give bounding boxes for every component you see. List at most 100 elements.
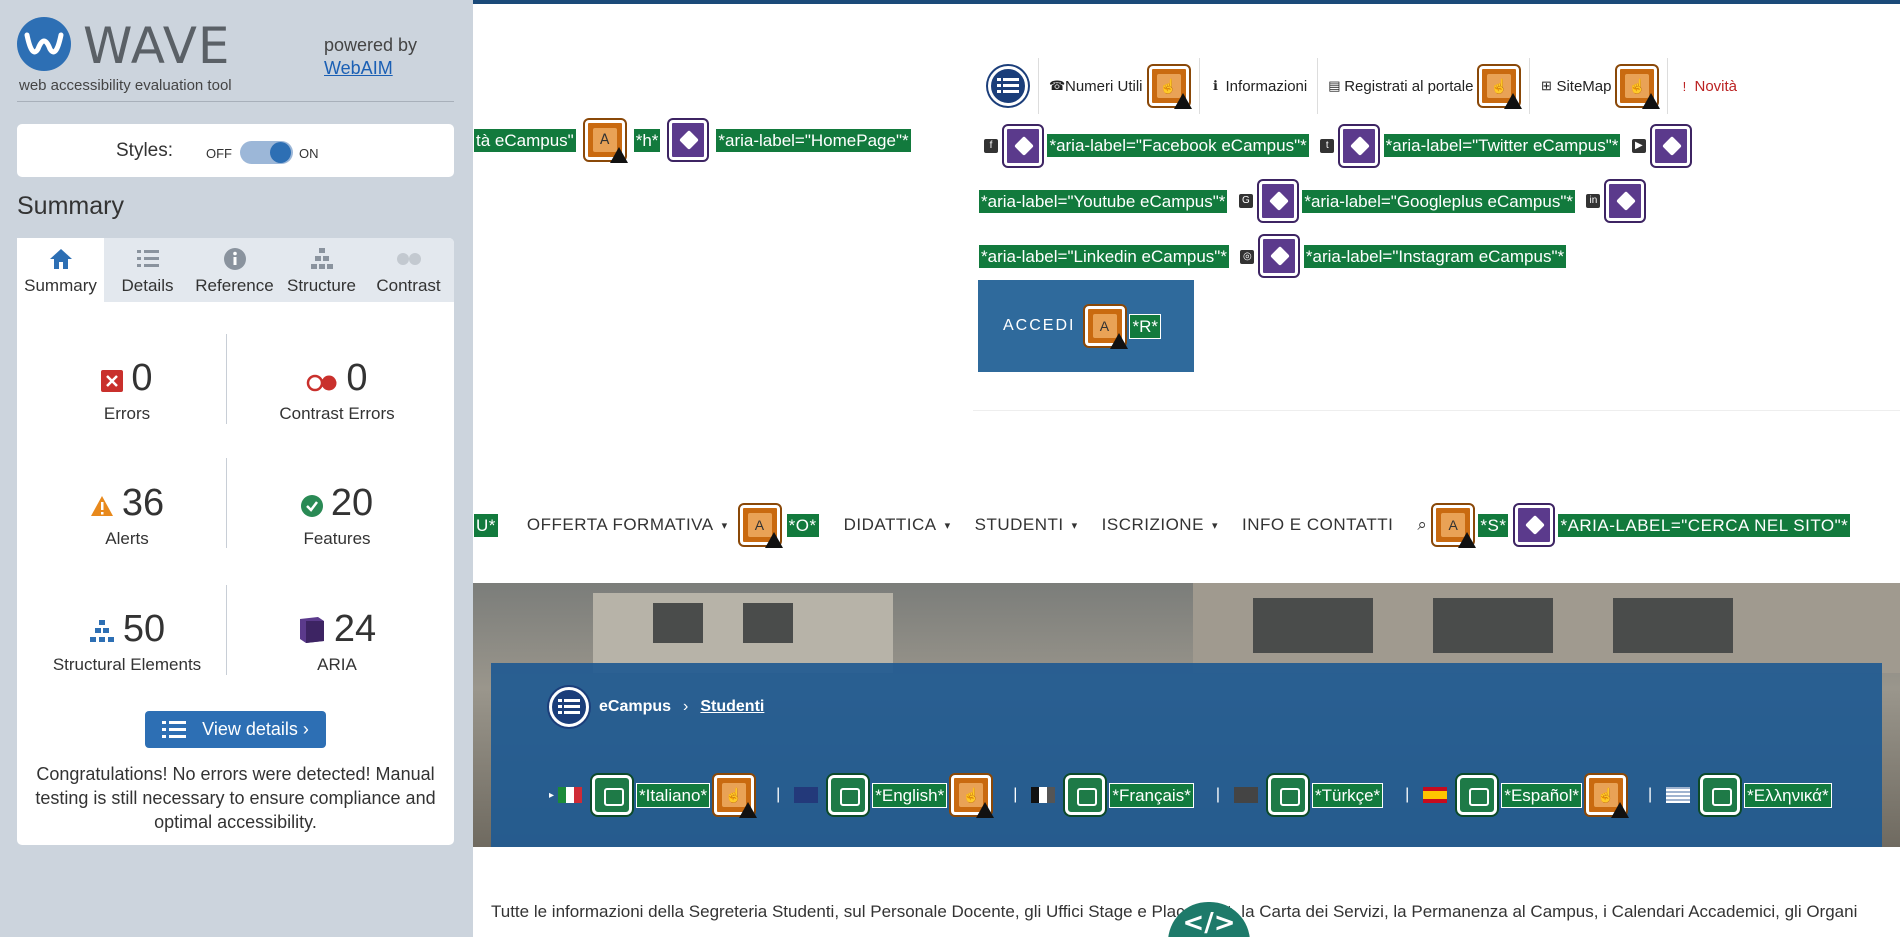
- contrast-icon: [396, 253, 421, 265]
- linkedin-link[interactable]: in: [1586, 174, 1601, 229]
- search-icon: ⌕: [1417, 515, 1428, 534]
- wave-alt-label: *Türkçe*: [1311, 782, 1384, 808]
- nav-menu-item[interactable]: [978, 58, 1038, 114]
- stat-aria[interactable]: 24 ARIA: [237, 607, 437, 675]
- list-icon: [136, 250, 159, 267]
- tab-label: Contrast: [376, 276, 441, 295]
- instagram-link[interactable]: ◎: [1240, 229, 1255, 284]
- hero-window: [1433, 598, 1553, 653]
- nav-novita[interactable]: ! Novità: [1667, 58, 1747, 114]
- view-details-button[interactable]: View details ›: [145, 711, 326, 748]
- googleplus-link[interactable]: G: [1238, 174, 1253, 229]
- separator: |: [776, 786, 781, 803]
- stat-errors[interactable]: 0 Errors: [37, 356, 217, 424]
- nav-registrati[interactable]: ▤ Registrati al portale ☝: [1317, 58, 1529, 114]
- structural-count: 50: [122, 608, 166, 650]
- styles-toggle-card: Styles: OFF ON: [17, 124, 454, 177]
- menu-label: OFFERTA FORMATIVA: [526, 515, 714, 534]
- wave-alert-icon: A: [1085, 306, 1129, 349]
- separator: |: [1648, 786, 1653, 803]
- lang-ellinika[interactable]: *Ελληνικά*: [1666, 775, 1832, 815]
- facebook-link[interactable]: f: [984, 118, 998, 173]
- hero-window: [653, 603, 703, 643]
- separator: |: [1405, 786, 1410, 803]
- stat-features[interactable]: 20 Features: [237, 481, 437, 549]
- wave-aria-label: *aria-label="Youtube eCampus"*: [978, 188, 1229, 214]
- nav-label: Numeri Utili: [1065, 77, 1143, 95]
- menu-label: ISCRIZIONE: [1101, 515, 1204, 534]
- tab-reference[interactable]: Reference: [191, 238, 278, 302]
- hierarchy-icon: [310, 248, 333, 269]
- congrats-message: Congratulations! No errors were detected…: [35, 764, 436, 832]
- flag-it-icon: [558, 787, 583, 803]
- error-icon: [101, 358, 124, 402]
- wave-alert-icon: A: [1433, 505, 1477, 548]
- wave-alert-icon: ☝: [1148, 66, 1192, 109]
- divider: [226, 458, 227, 548]
- wave-alert-icon: ☝: [1479, 66, 1523, 109]
- lang-english[interactable]: *English* ☝: [794, 775, 995, 818]
- facebook-icon: f: [984, 139, 998, 154]
- menu-studenti[interactable]: STUDENTI ▾: [975, 515, 1078, 535]
- wave-aria-label: *aria-label="Facebook eCampus"*: [1046, 133, 1310, 159]
- header-top-nav: ☎ Numeri Utili ☝ ℹ Informazioni ▤ Regist…: [978, 58, 1747, 114]
- social-links: f *aria-label="Facebook eCampus"* t *ari…: [978, 118, 1848, 284]
- chevron-down-icon: ▾: [944, 519, 951, 532]
- wave-alert-icon: ☝: [1617, 66, 1661, 109]
- chevron-down-icon: ▾: [1071, 519, 1078, 532]
- search-button[interactable]: ⌕ A *S* *ARIA-LABEL="CERCA NEL SITO"*: [1417, 505, 1852, 548]
- lang-francais[interactable]: *Français*: [1031, 775, 1194, 815]
- styles-on-label: ON: [299, 146, 319, 161]
- wave-text-label: *S*: [1477, 512, 1510, 538]
- nav-numeri-utili[interactable]: ☎ Numeri Utili ☝: [1038, 58, 1199, 114]
- wave-text-label: *R*: [1129, 313, 1161, 339]
- toggle-knob: [270, 142, 291, 163]
- wave-aria-label: *aria-label="Instagram eCampus"*: [1302, 243, 1568, 269]
- breadcrumb: eCampus › Studenti: [549, 687, 764, 727]
- chevron-right-icon: ›: [683, 698, 689, 715]
- powered-by: powered by WebAIM: [324, 34, 417, 80]
- wave-alert-icon: A: [584, 120, 628, 163]
- stat-contrast-errors[interactable]: 0 Contrast Errors: [237, 356, 437, 424]
- menu-offerta-formativa[interactable]: OFFERTA FORMATIVA ▾ A *O*: [526, 505, 820, 548]
- summary-panel: Summary Details Reference Structure Cont…: [17, 238, 454, 845]
- lang-italiano[interactable]: *Italiano* ☝: [558, 775, 758, 818]
- aria-label: ARIA: [317, 654, 357, 674]
- features-label: Features: [303, 528, 371, 548]
- nav-label: Informazioni: [1225, 77, 1308, 95]
- lang-espanol[interactable]: *Español* ☝: [1423, 775, 1629, 818]
- wave-alert-icon: ☝: [951, 775, 995, 818]
- twitter-link[interactable]: t: [1320, 118, 1335, 173]
- breadcrumb-current[interactable]: Studenti: [700, 698, 764, 716]
- wave-aria-icon: [1515, 505, 1554, 545]
- stat-alerts[interactable]: 36 Alerts: [37, 481, 217, 549]
- tab-summary[interactable]: Summary: [17, 238, 104, 302]
- home-icon: [49, 249, 72, 269]
- breadcrumb-home[interactable]: eCampus: [599, 698, 671, 716]
- menu-didattica[interactable]: DIDATTICA ▾: [844, 515, 951, 535]
- tab-structure[interactable]: Structure: [278, 238, 365, 302]
- menu-info-contatti[interactable]: INFO E CONTATTI: [1242, 515, 1393, 535]
- view-details-label: View details ›: [202, 719, 309, 739]
- tab-details[interactable]: Details: [104, 238, 191, 302]
- tab-contrast[interactable]: Contrast: [365, 238, 452, 302]
- hero-window: [1253, 598, 1373, 653]
- hero-window: [743, 603, 793, 643]
- nav-informazioni[interactable]: ℹ Informazioni: [1198, 58, 1318, 114]
- nav-sitemap[interactable]: ⊞ SiteMap ☝: [1529, 58, 1667, 114]
- website-page: ☎ Numeri Utili ☝ ℹ Informazioni ▤ Regist…: [473, 0, 1900, 937]
- contrast-errors-label: Contrast Errors: [279, 403, 395, 423]
- youtube-link[interactable]: ▶: [1631, 118, 1646, 173]
- webaim-link[interactable]: WebAIM: [324, 58, 393, 78]
- stat-structural[interactable]: 50 Structural Elements: [37, 607, 217, 675]
- tab-bar: Summary Details Reference Structure Cont…: [17, 238, 454, 302]
- menu-iscrizione[interactable]: ISCRIZIONE ▾: [1102, 515, 1218, 535]
- accedi-button[interactable]: ACCEDI A *R*: [978, 280, 1194, 372]
- info-icon: ℹ: [1213, 78, 1218, 93]
- wave-alt-label: *Ελληνικά*: [1744, 782, 1832, 808]
- wave-aria-label: *aria-label="Twitter eCampus"*: [1382, 133, 1622, 159]
- alert-icon: [90, 483, 114, 527]
- lang-turkce[interactable]: *Türkçe*: [1233, 775, 1384, 815]
- wave-aria-label: *ARIA-LABEL="CERCA NEL SITO"*: [1557, 512, 1852, 538]
- styles-toggle[interactable]: [240, 141, 293, 164]
